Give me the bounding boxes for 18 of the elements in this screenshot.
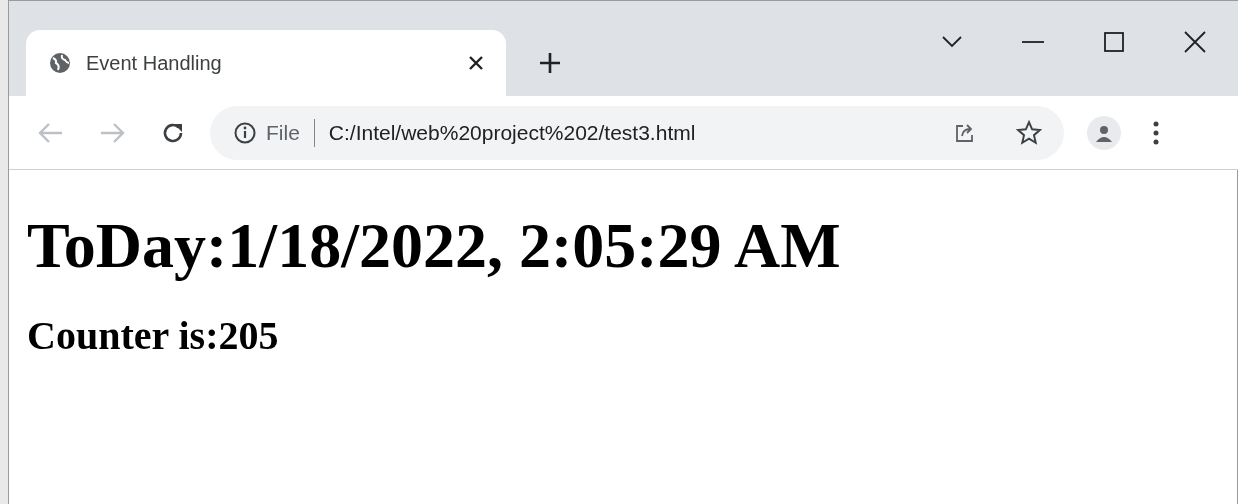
minimize-icon[interactable]: [1022, 40, 1044, 44]
browser-tab[interactable]: Event Handling: [26, 30, 506, 96]
close-icon[interactable]: [1184, 31, 1206, 53]
chevron-down-icon[interactable]: [942, 36, 962, 48]
url-text: C:/Intel/web%20project%202/test3.html: [328, 119, 696, 146]
address-bar[interactable]: File C:/Intel/web%20project%202/test3.html: [210, 105, 1064, 160]
tab-title: Event Handling: [86, 51, 223, 76]
maximize-icon[interactable]: [1104, 32, 1124, 52]
globe-icon: [48, 51, 72, 75]
counter-heading: Counter is:205: [27, 316, 280, 356]
new-tab-icon[interactable]: [539, 52, 561, 74]
profile-avatar[interactable]: [1087, 115, 1121, 150]
close-icon[interactable]: [468, 55, 484, 71]
share-icon[interactable]: [954, 121, 976, 144]
info-icon[interactable]: [234, 121, 256, 144]
star-icon[interactable]: [1016, 119, 1042, 146]
security-label: File: [266, 119, 300, 146]
menu-icon[interactable]: [1153, 120, 1159, 145]
